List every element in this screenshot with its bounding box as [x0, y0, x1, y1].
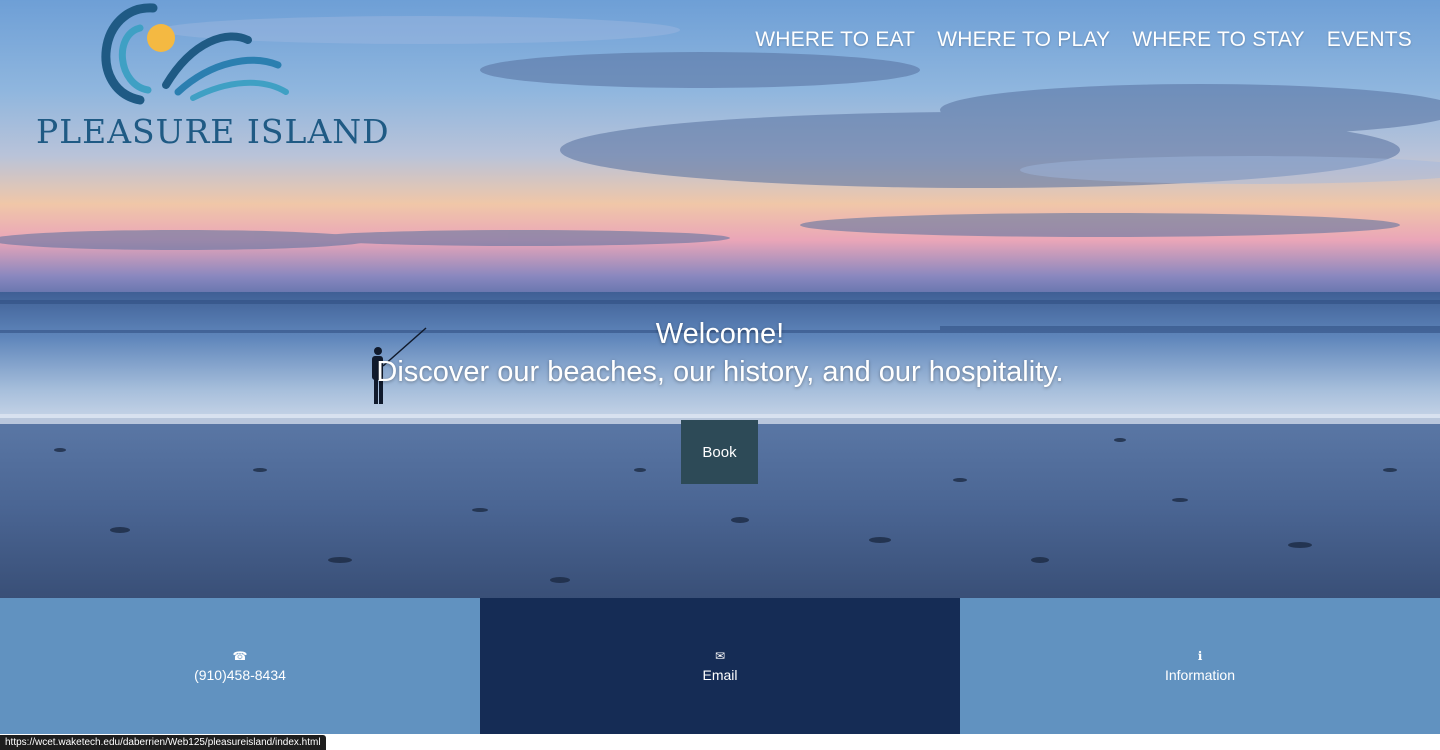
phone-link[interactable]: ☎ (910)458-8434: [0, 598, 480, 734]
information-link[interactable]: ℹ Information: [960, 598, 1440, 734]
nav-events[interactable]: EVENTS: [1327, 28, 1412, 52]
contact-bar: ☎ (910)458-8434 ✉ Email ℹ Information: [0, 598, 1440, 734]
nav-where-to-eat[interactable]: WHERE TO EAT: [755, 28, 915, 52]
info-icon: ℹ: [1197, 649, 1203, 663]
information-label: Information: [1164, 667, 1236, 683]
welcome-title: Welcome!: [655, 318, 785, 350]
phone-icon: ☎: [232, 649, 248, 663]
logo-text: PLEASURE ISLAND: [36, 112, 390, 151]
hero-section: PLEASURE ISLAND WHERE TO EAT WHERE TO PL…: [0, 0, 1440, 598]
nav-where-to-stay[interactable]: WHERE TO STAY: [1132, 28, 1305, 52]
email-label: Email: [702, 667, 738, 683]
email-link[interactable]: ✉ Email: [480, 598, 960, 734]
link-status-bar: https://wcet.waketech.edu/daberrien/Web1…: [0, 735, 326, 750]
pleasure-island-logo[interactable]: PLEASURE ISLAND: [28, 0, 389, 160]
book-button[interactable]: Book: [681, 420, 758, 484]
envelope-icon: ✉: [714, 649, 726, 663]
welcome-subtitle: Discover our beaches, our history, and o…: [376, 356, 1064, 388]
phone-number: (910)458-8434: [194, 667, 286, 683]
welcome-message: Welcome! Discover our beaches, our histo…: [0, 316, 1440, 392]
main-nav: WHERE TO EAT WHERE TO PLAY WHERE TO STAY…: [755, 28, 1412, 52]
wave-sun-logo-icon: [101, 3, 289, 105]
nav-where-to-play[interactable]: WHERE TO PLAY: [937, 28, 1110, 52]
